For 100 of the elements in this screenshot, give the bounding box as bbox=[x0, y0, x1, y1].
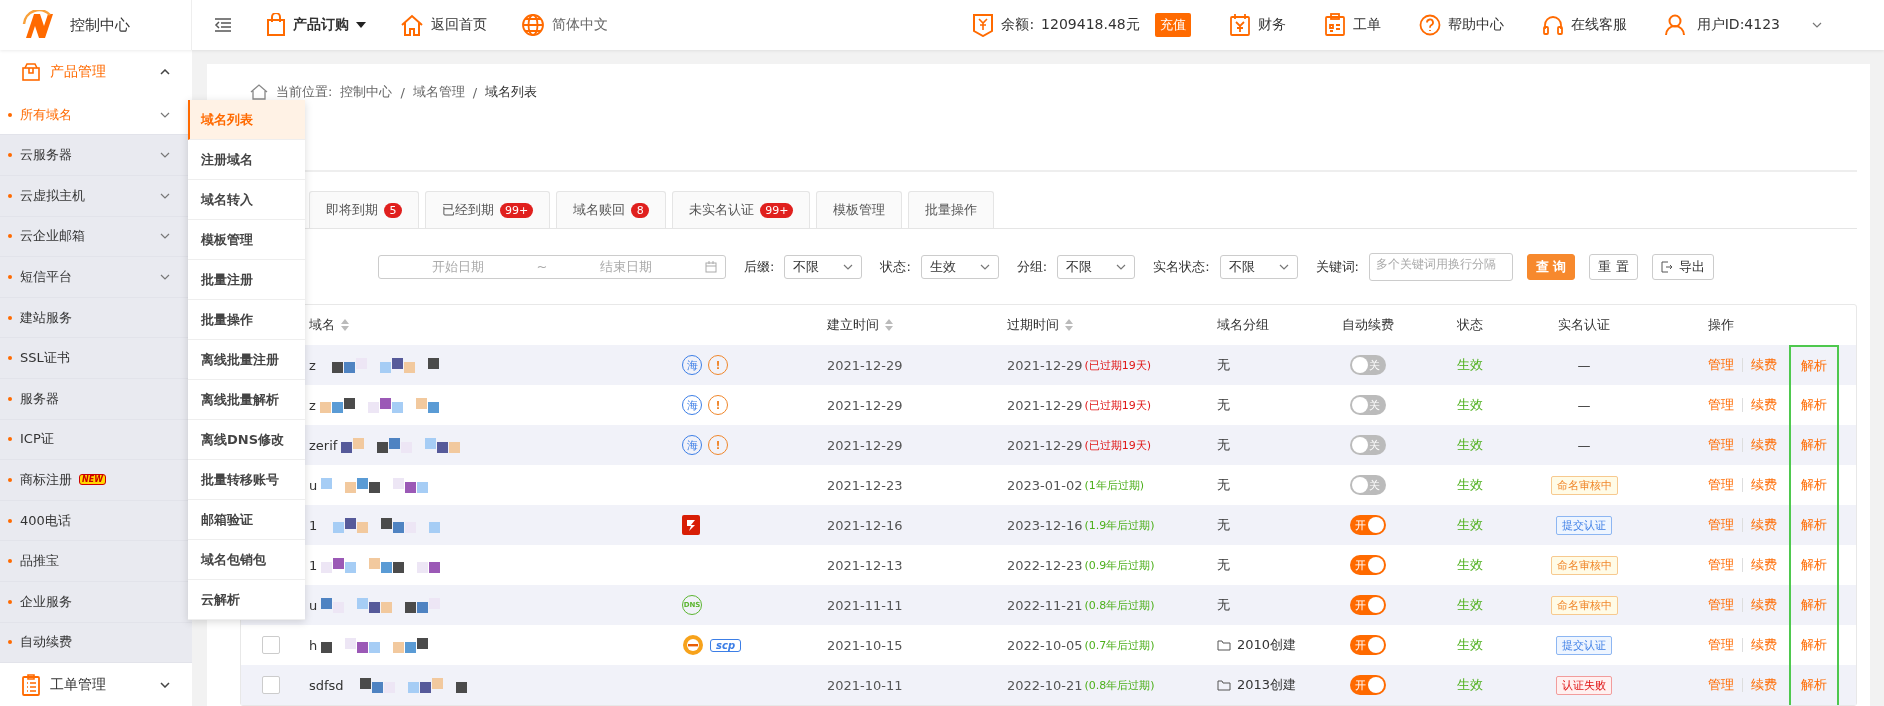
select-field[interactable]: 不限 bbox=[1057, 254, 1136, 279]
menu-item[interactable]: 离线DNS修改 bbox=[188, 420, 305, 460]
column-header: 状态 bbox=[1457, 316, 1483, 334]
domain-name[interactable]: u bbox=[309, 477, 318, 493]
expiry-note: (已过期19天) bbox=[1084, 357, 1152, 373]
menu-item[interactable]: 批量转移账号 bbox=[188, 460, 305, 500]
domain-name[interactable]: 1 bbox=[309, 557, 318, 573]
menu-item[interactable]: 注册域名 bbox=[188, 140, 305, 180]
expiry-date: 2023-12-16 bbox=[1007, 517, 1083, 533]
select-field[interactable]: 生效 bbox=[920, 254, 999, 279]
domain-name[interactable]: h bbox=[309, 637, 318, 653]
reset-button[interactable]: 重 置 bbox=[1589, 253, 1638, 280]
headset-icon bbox=[1541, 13, 1564, 37]
group-name: 无 bbox=[1217, 556, 1230, 574]
domain-name[interactable]: z bbox=[309, 397, 316, 413]
menu-item[interactable]: 域名转入 bbox=[188, 180, 305, 220]
sort-icon[interactable] bbox=[885, 319, 893, 331]
menu-item[interactable]: 离线批量注册 bbox=[188, 340, 305, 380]
menu-item[interactable]: 批量操作 bbox=[188, 300, 305, 340]
product-order-menu[interactable]: 产品订购 bbox=[293, 16, 349, 34]
menu-item[interactable]: 批量注册 bbox=[188, 260, 305, 300]
status-text: 生效 bbox=[1457, 676, 1483, 694]
tab[interactable]: 未实名认证 99+ bbox=[672, 191, 811, 228]
realname-tag: 命名审核中 bbox=[1550, 555, 1618, 575]
status-text: 生效 bbox=[1457, 596, 1483, 614]
caret-icon bbox=[356, 22, 366, 28]
breadcrumb-link[interactable]: 控制中心 bbox=[340, 83, 393, 101]
domain-name[interactable]: u bbox=[309, 597, 318, 613]
status-text: 生效 bbox=[1457, 516, 1483, 534]
chevron-down-icon bbox=[843, 263, 854, 270]
menu-icon[interactable] bbox=[214, 18, 232, 32]
tab[interactable]: 已经到期 99+ bbox=[425, 191, 551, 228]
expiry-note: (0.8年后过期) bbox=[1084, 677, 1155, 693]
export-button[interactable]: 导出 bbox=[1651, 253, 1714, 280]
expiry-date: 2022-10-05 bbox=[1007, 637, 1083, 653]
expiry-note: (0.9年后过期) bbox=[1084, 557, 1155, 573]
domain-name[interactable]: z bbox=[309, 357, 316, 373]
filter-label: 关键词: bbox=[1315, 257, 1359, 276]
menu-item[interactable]: 邮箱验证 bbox=[188, 500, 305, 540]
row-checkbox[interactable] bbox=[262, 636, 280, 654]
created-date: 2021-10-15 bbox=[827, 637, 903, 653]
column-header[interactable]: 建立时间 bbox=[827, 316, 879, 334]
column-header: 操作 bbox=[1708, 316, 1734, 334]
calendar-yen-icon bbox=[1228, 13, 1251, 37]
created-date: 2021-11-11 bbox=[827, 597, 903, 613]
menu-item[interactable]: 离线批量解析 bbox=[188, 380, 305, 420]
group-name: 无 bbox=[1217, 476, 1230, 494]
domain-name[interactable]: sdfsd bbox=[309, 677, 344, 693]
domain-name[interactable]: zerif bbox=[309, 437, 338, 453]
select-field[interactable]: 不限 bbox=[784, 254, 863, 279]
breadcrumb-separator: / bbox=[400, 84, 405, 100]
chevron-down-icon bbox=[979, 263, 990, 270]
tab[interactable]: 模板管理 bbox=[816, 191, 903, 228]
topbar-link[interactable]: 财务 bbox=[1257, 16, 1286, 34]
topbar-link[interactable]: 帮助中心 bbox=[1447, 16, 1504, 34]
count-badge: 5 bbox=[384, 202, 402, 218]
expiry-date: 2021-12-29 bbox=[1007, 437, 1083, 453]
created-date: 2021-12-29 bbox=[827, 437, 903, 453]
export-icon bbox=[1660, 260, 1673, 273]
status-text: 生效 bbox=[1457, 356, 1483, 374]
domain-name[interactable]: 1 bbox=[309, 517, 318, 533]
row-checkbox[interactable] bbox=[262, 676, 280, 694]
tab[interactable]: 即将到期 5 bbox=[309, 191, 419, 228]
created-date: 2021-12-16 bbox=[827, 517, 903, 533]
expiry-note: (0.7年后过期) bbox=[1084, 637, 1155, 653]
chevron-down-icon bbox=[1116, 263, 1127, 270]
created-date: 2021-12-13 bbox=[827, 557, 903, 573]
sort-icon[interactable] bbox=[341, 319, 349, 331]
column-header[interactable]: 域名 bbox=[309, 316, 335, 334]
column-header[interactable]: 过期时间 bbox=[1007, 316, 1059, 334]
home-icon bbox=[250, 84, 268, 100]
box-icon bbox=[22, 63, 40, 82]
user-id[interactable]: 用户ID:4123 bbox=[1696, 16, 1780, 34]
clipboard-list-icon bbox=[22, 673, 40, 696]
filter-label: 实名状态: bbox=[1153, 257, 1210, 276]
select-field[interactable]: 不限 bbox=[1219, 254, 1298, 279]
expiry-note: (已过期19天) bbox=[1084, 397, 1152, 413]
home-link[interactable]: 返回首页 bbox=[431, 16, 487, 34]
column-header: 实名认证 bbox=[1558, 316, 1610, 334]
logo-icon bbox=[22, 10, 56, 40]
menu-item[interactable]: 域名包销包 bbox=[188, 540, 305, 580]
tab[interactable]: 批量操作 bbox=[908, 191, 995, 228]
menu-item[interactable]: 模板管理 bbox=[188, 220, 305, 260]
realname-status: — bbox=[1577, 437, 1591, 453]
realname-tag[interactable]: 提交认证 bbox=[1556, 515, 1612, 535]
language-link[interactable]: 简体中文 bbox=[552, 16, 608, 34]
sort-icon[interactable] bbox=[1065, 319, 1073, 331]
menu-item[interactable]: 云解析 bbox=[188, 580, 305, 620]
expiry-note: (1.9年后过期) bbox=[1084, 517, 1155, 533]
keyword-field[interactable]: 多个关键词用换行分隔 bbox=[1368, 252, 1513, 281]
status-text: 生效 bbox=[1457, 556, 1483, 574]
created-date: 2021-12-29 bbox=[827, 397, 903, 413]
realname-tag[interactable]: 提交认证 bbox=[1556, 635, 1612, 655]
breadcrumb-link[interactable]: 域名管理 bbox=[412, 83, 465, 101]
topbar-link[interactable]: 工单 bbox=[1352, 16, 1381, 34]
sidebar-group[interactable]: 工单管理 bbox=[50, 675, 106, 694]
tab[interactable]: 域名赎回 8 bbox=[556, 191, 667, 228]
realname-status: — bbox=[1577, 397, 1591, 413]
breadcrumb-link[interactable]: 域名列表 bbox=[485, 83, 538, 101]
topbar-link[interactable]: 在线客服 bbox=[1570, 16, 1627, 34]
